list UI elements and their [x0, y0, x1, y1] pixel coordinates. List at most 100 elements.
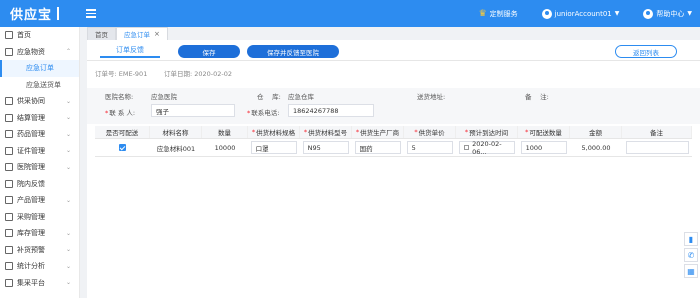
- column-header: * 预计到达时间: [456, 126, 518, 138]
- qrcode-icon[interactable]: ▦: [684, 264, 698, 278]
- sidebar: 首页 应急物资 ⌃ 应急订单 应急送货单 供采协同 ⌄ 结算管理 ⌄ 药品管理 ⌄ 证件管理 ⌄ 医院管理…: [0, 27, 80, 298]
- chevron-down-icon: ⌄: [65, 262, 71, 270]
- column-header: * 供货单价: [404, 126, 456, 138]
- home-icon: [5, 31, 13, 40]
- cell-deliver-qty: 1000: [518, 139, 570, 156]
- phone-input[interactable]: 18624267788: [288, 104, 374, 117]
- column-header: 备注: [622, 126, 692, 138]
- sidebar-item-7[interactable]: 证件管理 ⌄: [0, 143, 79, 160]
- sidebar-item-label: 供采协同: [17, 97, 45, 106]
- order-number: 订单号: EME-901: [95, 70, 148, 78]
- column-header: 材料名称: [150, 126, 202, 138]
- help-icon: [643, 8, 654, 19]
- tab-order-feedback[interactable]: 订单反馈: [100, 44, 160, 58]
- remark-label: 备 注:: [525, 93, 549, 101]
- phone-label: *联系电话:: [247, 109, 280, 117]
- save-button[interactable]: 保存: [178, 45, 240, 58]
- feedback-icon: [5, 179, 13, 188]
- sidebar-item-label: 统计分析: [17, 262, 45, 271]
- sidebar-item-label: 库存管理: [17, 229, 45, 238]
- chevron-down-icon: ⌄: [65, 246, 71, 254]
- contact-input[interactable]: 强子: [151, 104, 235, 117]
- contact-label: *联 系 人:: [105, 109, 136, 117]
- product-icon: [5, 196, 13, 205]
- sidebar-item-label: 证件管理: [17, 146, 45, 155]
- sidebar-item-5[interactable]: 结算管理 ⌄: [0, 110, 79, 127]
- sidebar-item-0[interactable]: 首页: [0, 27, 79, 44]
- close-icon[interactable]: ×: [154, 30, 160, 38]
- cell-price: 5: [404, 139, 456, 156]
- page-tabs: 首页 应急订单 ×: [87, 27, 700, 40]
- table-row: 应急材料001 10000 口罩 N95 国药 5 2020-02-06... 1000 5,0…: [95, 139, 692, 157]
- chevron-down-icon: ▼: [614, 10, 620, 17]
- alert-icon: [5, 245, 13, 254]
- column-header: * 供货材料规格: [248, 126, 300, 138]
- top-bar: 供应宝 ♛ 定制服务 juniorAccount01 ▼ 帮助中心 ▼: [0, 0, 700, 27]
- address-label: 送货地址:: [417, 93, 446, 101]
- sidebar-item-10[interactable]: 产品管理 ⌄: [0, 192, 79, 209]
- chevron-down-icon: ⌄: [65, 229, 71, 237]
- medicine-icon: [5, 130, 13, 139]
- sidebar-item-8[interactable]: 医院管理 ⌄: [0, 159, 79, 176]
- order-items-table: 是否可配送 材料名称 数量 * 供货材料规格 * 供货材料型号 * 供货生产厂商 * 供货单价 * 预计…: [95, 126, 692, 157]
- help-center-link[interactable]: 帮助中心 ▼: [643, 8, 692, 19]
- warehouse-value: 应急仓库: [288, 93, 314, 101]
- sidebar-item-15[interactable]: 集采平台 ⌄: [0, 275, 79, 292]
- deliverable-checkbox[interactable]: [119, 144, 126, 151]
- account-menu[interactable]: juniorAccount01 ▼: [541, 8, 620, 19]
- chart-icon: [5, 262, 13, 271]
- sidebar-item-6[interactable]: 药品管理 ⌄: [0, 126, 79, 143]
- tab-emergency-order[interactable]: 应急订单 ×: [116, 27, 168, 40]
- sidebar-item-label: 应急送货单: [26, 80, 61, 89]
- tab-home[interactable]: 首页: [87, 27, 116, 40]
- column-header: 数量: [202, 126, 248, 138]
- certificate-icon: [5, 146, 13, 155]
- sidebar-item-label: 院内反馈: [17, 179, 45, 188]
- cell-amount: 5,000.00: [581, 143, 611, 152]
- bar-chart-icon[interactable]: ▮: [684, 232, 698, 246]
- remark-input[interactable]: [625, 141, 689, 154]
- cell-deliverable: [95, 139, 150, 156]
- sidebar-item-label: 应急订单: [26, 64, 54, 73]
- maker-input[interactable]: 国药: [354, 141, 402, 154]
- spec-input[interactable]: 口罩: [250, 141, 298, 154]
- sidebar-item-label: 产品管理: [17, 196, 45, 205]
- price-input[interactable]: 5: [406, 141, 454, 154]
- sidebar-item-1[interactable]: 应急物资 ⌃: [0, 44, 79, 61]
- deliver-qty-input[interactable]: 1000: [520, 141, 568, 154]
- save-and-feedback-button[interactable]: 保存并反馈至医院: [247, 45, 339, 58]
- order-date: 订单日期: 2020-02-02: [164, 70, 233, 78]
- main-content: 订单反馈 保存 保存并反馈至医院 返回列表 订单号: EME-901 订单日期:…: [87, 40, 700, 298]
- sidebar-item-11[interactable]: 采购管理: [0, 209, 79, 226]
- sidebar-item-label: 应急物资: [17, 47, 45, 56]
- handshake-icon: [5, 97, 13, 106]
- sidebar-item-13[interactable]: 补货预警 ⌄: [0, 242, 79, 259]
- sidebar-item-2[interactable]: 应急订单: [0, 60, 79, 77]
- phone-icon[interactable]: ✆: [684, 248, 698, 262]
- cell-eta: 2020-02-06...: [456, 139, 518, 156]
- back-to-list-button[interactable]: 返回列表: [615, 45, 677, 58]
- chevron-down-icon: ⌄: [65, 114, 71, 122]
- hospital-icon: [5, 163, 13, 172]
- sidebar-item-12[interactable]: 库存管理 ⌄: [0, 225, 79, 242]
- menu-toggle-icon[interactable]: [86, 9, 96, 18]
- eta-input[interactable]: 2020-02-06...: [459, 140, 515, 156]
- sidebar-item-9[interactable]: 院内反馈: [0, 176, 79, 193]
- column-header: * 可配送数量: [518, 126, 570, 138]
- chevron-down-icon: ⌄: [65, 130, 71, 138]
- sidebar-item-4[interactable]: 供采协同 ⌄: [0, 93, 79, 110]
- cell-remark: [622, 139, 692, 156]
- sidebar-item-3[interactable]: 应急送货单: [0, 77, 79, 94]
- chevron-down-icon: ⌄: [65, 147, 71, 155]
- model-input[interactable]: N95: [302, 141, 350, 154]
- hospital-label: 医院名称:: [105, 93, 134, 101]
- column-header: * 供货材料型号: [300, 126, 352, 138]
- sidebar-item-14[interactable]: 统计分析 ⌄: [0, 258, 79, 275]
- sidebar-item-label: 结算管理: [17, 113, 45, 122]
- custom-service-link[interactable]: ♛ 定制服务: [479, 9, 518, 19]
- app-logo[interactable]: 供应宝: [0, 4, 80, 23]
- order-info-panel: 医院名称: 应急医院 仓 库: 应急仓库 送货地址: 备 注: *联 系 人: …: [87, 88, 700, 124]
- sidebar-item-label: 药品管理: [17, 130, 45, 139]
- cell-maker: 国药: [352, 139, 404, 156]
- chevron-down-icon: ⌄: [65, 279, 71, 287]
